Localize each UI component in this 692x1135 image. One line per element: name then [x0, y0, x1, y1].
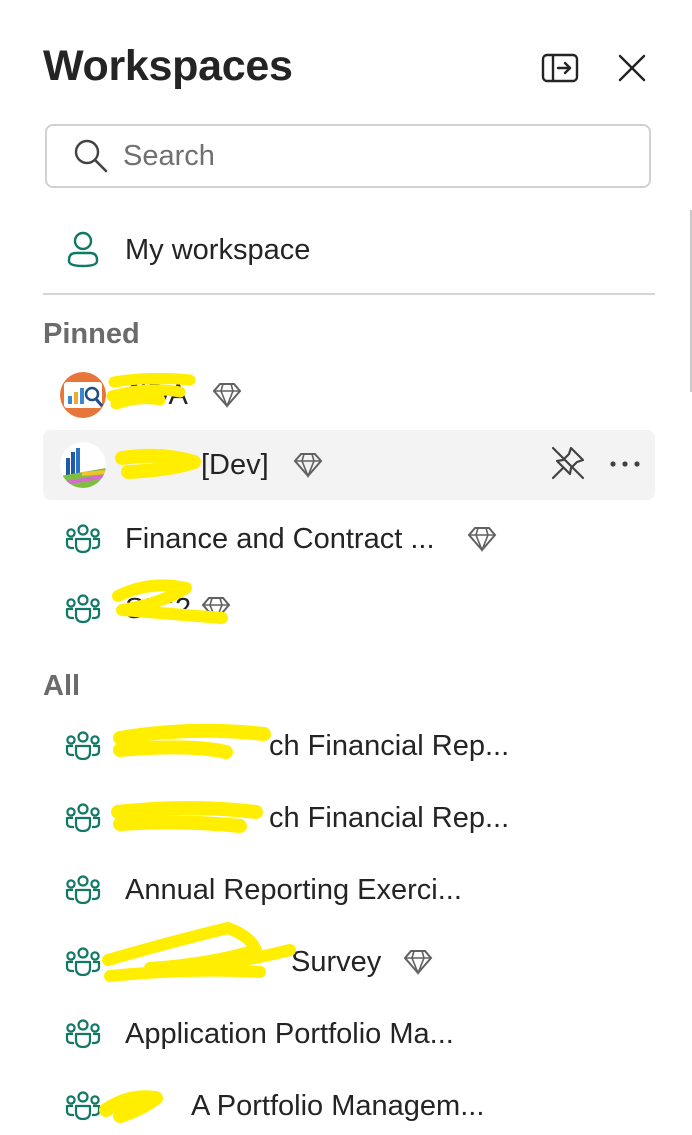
divider: [43, 293, 655, 295]
pinned-item-selected[interactable]: [Dev]: [43, 430, 655, 500]
my-workspace-label: My workspace: [125, 233, 311, 266]
workspace-name: Finance and Contract ...: [125, 522, 435, 555]
people-group-icon: [65, 594, 101, 624]
workspace-item[interactable]: A Portfolio Managem...: [43, 1071, 655, 1135]
people-group-icon: [65, 1091, 101, 1121]
people-group-icon: [65, 947, 101, 977]
people-group-icon: [65, 803, 101, 833]
search-icon: [74, 139, 108, 173]
workspace-avatar: [60, 372, 106, 418]
search-input[interactable]: [121, 138, 585, 174]
unpin-icon: [551, 446, 585, 479]
close-button[interactable]: [610, 46, 654, 90]
premium-diamond-icon: [201, 596, 231, 622]
more-icon: [610, 461, 640, 467]
all-heading: All: [43, 670, 81, 702]
close-icon: [618, 54, 646, 82]
dock-panel-button[interactable]: [538, 46, 582, 90]
workspace-name: Application Portfolio Ma...: [125, 1017, 454, 1050]
people-group-icon: [65, 731, 101, 761]
workspace-avatar: [60, 442, 106, 488]
dock-panel-icon: [541, 53, 579, 83]
workspaces-panel: Workspaces My workspace Pinn: [0, 0, 692, 1135]
my-workspace-item[interactable]: My workspace: [43, 215, 655, 285]
workspace-name: [Dev]: [201, 448, 269, 481]
person-icon: [67, 231, 99, 268]
premium-diamond-icon: [467, 526, 497, 552]
people-group-icon: [65, 524, 101, 554]
workspace-item[interactable]: ch Financial Rep...: [43, 783, 655, 853]
more-options-button[interactable]: [609, 456, 641, 474]
workspace-item[interactable]: Survey: [43, 927, 655, 997]
workspace-item[interactable]: Annual Reporting Exerci...: [43, 855, 655, 925]
workspace-name: Annual Reporting Exerci...: [125, 873, 462, 906]
premium-diamond-icon: [212, 382, 242, 408]
workspace-name: A Portfolio Managem...: [191, 1089, 485, 1122]
pinned-item[interactable]: Finance and Contract ...: [43, 504, 655, 574]
premium-diamond-icon: [293, 452, 323, 478]
workspace-name: Survey: [291, 945, 382, 978]
pinned-heading: Pinned: [43, 318, 140, 350]
workspace-name: SIG2: [125, 592, 192, 625]
panel-title: Workspaces: [43, 42, 293, 90]
workspace-item[interactable]: Application Portfolio Ma...: [43, 999, 655, 1069]
workspace-item[interactable]: ch Financial Rep...: [43, 711, 655, 781]
workspace-name: ch Financial Rep...: [269, 729, 510, 762]
people-group-icon: [65, 1019, 101, 1049]
workspace-name: JIDA: [125, 378, 188, 411]
people-group-icon: [65, 875, 101, 905]
pinned-item[interactable]: SIG2: [43, 574, 655, 644]
search-box[interactable]: [45, 124, 651, 188]
unpin-button[interactable]: [549, 444, 587, 487]
premium-diamond-icon: [403, 949, 433, 975]
pinned-item[interactable]: JIDA: [43, 360, 655, 430]
workspace-name: ch Financial Rep...: [269, 801, 510, 834]
